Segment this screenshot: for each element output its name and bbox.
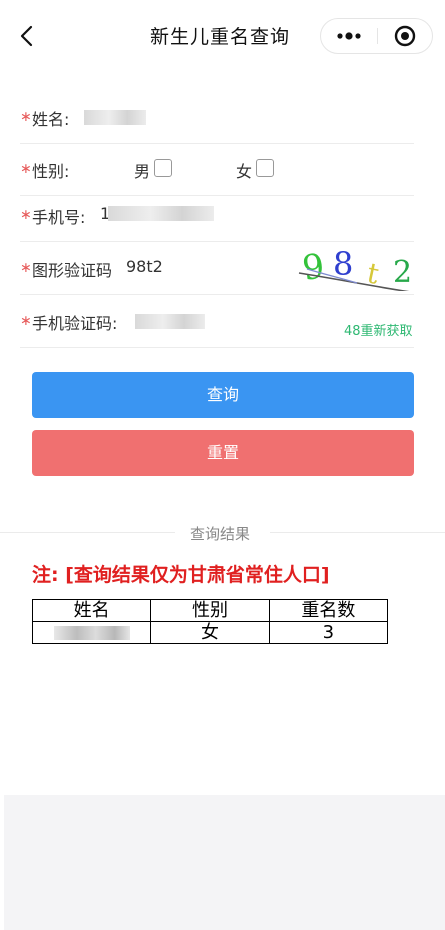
cell-gender: 女	[150, 621, 270, 644]
col-count-header: 重名数	[268, 599, 389, 622]
male-checkbox[interactable]	[154, 159, 172, 177]
captcha-char-4: 2	[393, 255, 412, 290]
divider-left	[0, 532, 175, 533]
captcha-char-1: 9	[300, 249, 327, 289]
required-marker: ∗	[20, 313, 32, 329]
navigation-bar: 新生儿重名查询	[0, 0, 445, 72]
result-table: 姓名 性别 重名数 女 3	[31, 599, 389, 644]
phone-input-masked[interactable]	[108, 206, 214, 221]
sms-code-row: ∗ 手机验证码: 48重新获取	[20, 296, 414, 348]
table-header-row: 姓名 性别 重名数	[31, 599, 389, 622]
more-button[interactable]	[321, 19, 377, 53]
male-option-label: 男	[134, 162, 151, 181]
table-row: 女 3	[31, 621, 389, 644]
result-note: 注: [查询结果仅为甘肃省常住人口]	[32, 564, 330, 586]
resend-code-countdown[interactable]: 48重新获取	[344, 320, 413, 339]
more-dots-icon	[337, 32, 361, 40]
cell-count: 3	[268, 621, 389, 644]
name-input-masked[interactable]	[84, 110, 146, 125]
query-button[interactable]: 查询	[32, 372, 414, 418]
reset-button[interactable]: 重置	[32, 430, 414, 476]
back-button[interactable]	[14, 20, 42, 52]
page-title: 新生儿重名查询	[150, 26, 291, 48]
captcha-row: ∗ 图形验证码 98t2 9 8 t 2	[20, 243, 414, 295]
captcha-image[interactable]: 9 8 t 2	[297, 249, 419, 291]
captcha-input-value[interactable]: 98t2	[126, 257, 163, 276]
gender-row: ∗ 性别: 男 女	[20, 144, 414, 196]
required-marker: ∗	[20, 109, 32, 125]
divider-right	[270, 532, 445, 533]
close-mini-program-button[interactable]	[378, 19, 433, 53]
required-marker: ∗	[20, 161, 32, 177]
cell-name	[31, 621, 152, 644]
name-masked	[53, 626, 130, 640]
female-checkbox[interactable]	[256, 159, 274, 177]
name-label: 姓名:	[32, 110, 70, 129]
sms-code-label: 手机验证码:	[32, 314, 118, 333]
bottom-blank-area	[4, 795, 445, 930]
close-target-icon	[394, 25, 416, 47]
captcha-label: 图形验证码	[32, 261, 113, 280]
required-marker: ∗	[20, 260, 32, 276]
sms-code-input-masked[interactable]	[135, 314, 205, 329]
captcha-char-2: 8	[333, 249, 353, 283]
gender-label: 性别:	[32, 162, 70, 181]
result-section-title: 查询结果	[190, 525, 251, 543]
col-name-header: 姓名	[31, 599, 152, 622]
phone-label: 手机号:	[32, 208, 86, 227]
chevron-left-icon	[20, 25, 33, 47]
required-marker: ∗	[20, 207, 32, 223]
name-row: ∗ 姓名:	[20, 92, 414, 144]
col-gender-header: 性别	[150, 599, 270, 622]
mini-program-capsule	[320, 18, 433, 54]
female-option-label: 女	[236, 162, 253, 181]
phone-row: ∗ 手机号: 1	[20, 190, 414, 242]
